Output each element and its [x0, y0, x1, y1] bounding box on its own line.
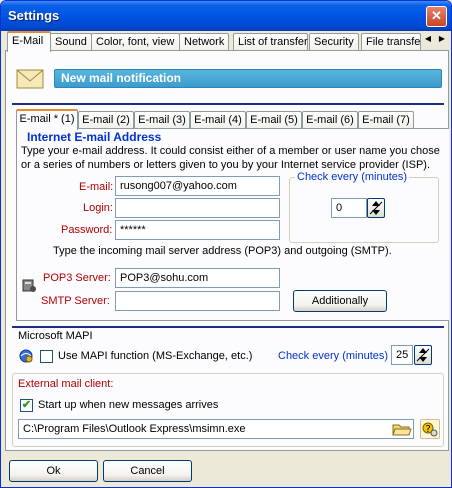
- external-client-title: External mail client:: [18, 378, 114, 390]
- tab-account-1[interactable]: E-mail * (1): [16, 109, 78, 130]
- description-line-2: or a series of numbers or letters given …: [21, 159, 431, 171]
- settings-window: Settings ✕ E-Mail Sound Color, font, vie…: [0, 0, 452, 488]
- mapi-check-every-spinner[interactable]: [414, 345, 432, 365]
- envelope-icon: [16, 69, 44, 89]
- tab-account-4[interactable]: E-mail (4): [190, 111, 246, 129]
- email-label: E-mail:: [79, 181, 114, 193]
- title-bar[interactable]: Settings ✕: [1, 1, 451, 31]
- help-icon: ?: [422, 422, 438, 437]
- email-settings-panel: New mail notification E-mail * (1) E-mai…: [5, 50, 449, 451]
- tab-account-7[interactable]: E-mail (7): [358, 111, 414, 129]
- check-every-spinner[interactable]: [367, 198, 385, 218]
- internet-email-title: Internet E-mail Address: [27, 130, 162, 144]
- mapi-check-every-label: Check every (minutes): [278, 350, 389, 362]
- tab-network[interactable]: Network: [179, 33, 229, 51]
- description-line-1: Type your e-mail address. It could consi…: [21, 145, 440, 157]
- tab-account-3[interactable]: E-mail (3): [134, 111, 190, 129]
- external-client-path[interactable]: C:\Program Files\Outlook Express\msimn.e…: [18, 419, 414, 439]
- password-label: Password:: [61, 224, 113, 236]
- help-button[interactable]: ?: [420, 419, 440, 439]
- tab-color-font-view[interactable]: Color, font, view: [91, 33, 180, 51]
- close-button[interactable]: ✕: [426, 6, 447, 27]
- mapi-icon: [19, 349, 33, 363]
- banner-title: New mail notification: [54, 69, 442, 88]
- startup-checkbox[interactable]: ✔: [20, 399, 33, 412]
- check-every-label: Check every (minutes): [295, 171, 410, 183]
- smtp-label: SMTP Server:: [41, 295, 110, 307]
- startup-label: Start up when new messages arrives: [38, 399, 219, 411]
- tab-sound[interactable]: Sound: [50, 33, 92, 51]
- account-panel: Internet E-mail Address Type your e-mail…: [16, 128, 449, 321]
- email-input[interactable]: rusong007@yahoo.com: [115, 176, 280, 196]
- divider: [12, 326, 444, 328]
- spin-arrows-icon: [416, 348, 430, 362]
- password-input[interactable]: ******: [115, 220, 280, 240]
- tab-file-transfer[interactable]: File transfe: [361, 33, 421, 51]
- browse-folder-button[interactable]: [392, 421, 412, 437]
- use-mapi-checkbox[interactable]: [40, 350, 53, 363]
- mapi-check-every-input[interactable]: 25: [391, 345, 413, 365]
- svg-text:?: ?: [426, 424, 431, 435]
- pop3-input[interactable]: POP3@sohu.com: [115, 268, 280, 288]
- tab-scroll-right-icon[interactable]: ▶: [435, 32, 449, 46]
- tab-scroll-left-icon[interactable]: ◀: [421, 32, 435, 46]
- tab-email[interactable]: E-Mail: [7, 31, 51, 52]
- check-every-input[interactable]: 0: [331, 198, 367, 218]
- ok-button[interactable]: Ok: [9, 460, 98, 482]
- tab-account-5[interactable]: E-mail (5): [246, 111, 302, 129]
- tab-account-6[interactable]: E-mail (6): [302, 111, 358, 129]
- cancel-button[interactable]: Cancel: [103, 460, 192, 482]
- mapi-title: Microsoft MAPI: [18, 330, 93, 342]
- login-label: Login:: [83, 202, 113, 214]
- divider: [12, 103, 444, 105]
- smtp-input[interactable]: [115, 291, 280, 311]
- server-instructions: Type the incoming mail server address (P…: [53, 245, 392, 257]
- tab-list-of-transfer[interactable]: List of transfer: [233, 33, 308, 51]
- tab-account-2[interactable]: E-mail (2): [78, 111, 134, 129]
- spin-arrows-icon: [369, 201, 383, 215]
- tab-security[interactable]: Security: [309, 33, 359, 51]
- top-tab-strip: E-Mail Sound Color, font, view Network L…: [5, 31, 449, 52]
- server-icon: [22, 279, 36, 292]
- additionally-button[interactable]: Additionally: [293, 290, 387, 312]
- account-tab-strip: E-mail * (1) E-mail (2) E-mail (3) E-mai…: [16, 109, 436, 130]
- use-mapi-label: Use MAPI function (MS-Exchange, etc.): [58, 350, 253, 362]
- login-input[interactable]: [115, 198, 280, 218]
- window-title: Settings: [8, 8, 60, 23]
- pop3-label: POP3 Server:: [43, 272, 111, 284]
- open-folder-icon: [392, 424, 412, 436]
